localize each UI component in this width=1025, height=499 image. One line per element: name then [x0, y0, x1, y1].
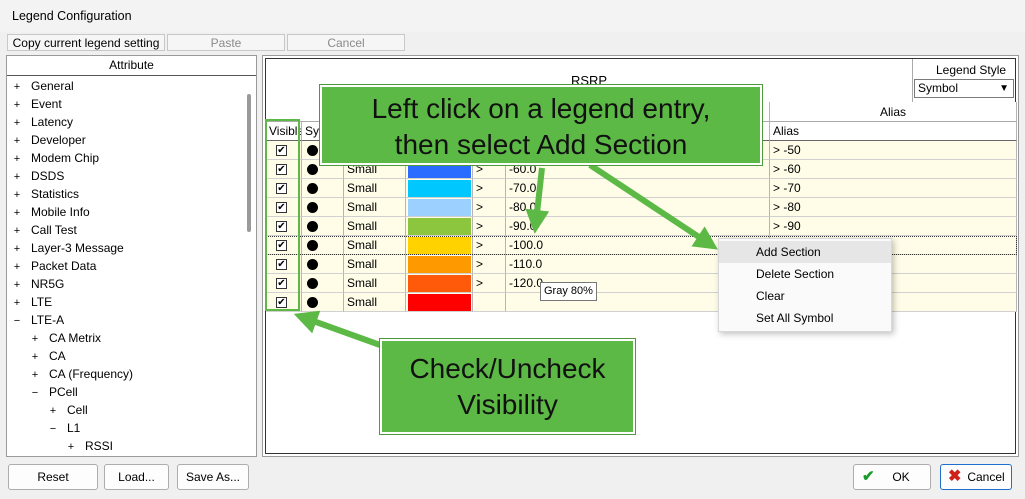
load-button[interactable]: Load...	[104, 464, 169, 490]
arrow-to-row	[525, 167, 550, 234]
callout-add-section-line2: then select Add Section	[394, 129, 688, 160]
callout-add-section: Left click on a legend entry, then selec…	[319, 84, 763, 166]
ok-label: OK	[892, 470, 910, 484]
callout-add-section-line1: Left click on a legend entry,	[371, 93, 711, 124]
arrow-to-visible	[293, 310, 382, 348]
ok-button[interactable]: ✔ OK	[853, 464, 931, 490]
callout-visibility-line2: Visibility	[457, 389, 558, 420]
callout-visibility: Check/Uncheck Visibility	[379, 338, 636, 435]
callout-visibility-line1: Check/Uncheck	[409, 353, 606, 384]
save-as-button[interactable]: Save As...	[177, 464, 249, 490]
close-icon: ✖	[948, 468, 962, 485]
reset-button[interactable]: Reset	[8, 464, 98, 490]
checkmark-icon: ✔	[862, 468, 875, 485]
arrow-to-menu	[588, 162, 719, 250]
cancel-button[interactable]: ✖ Cancel	[940, 464, 1012, 490]
